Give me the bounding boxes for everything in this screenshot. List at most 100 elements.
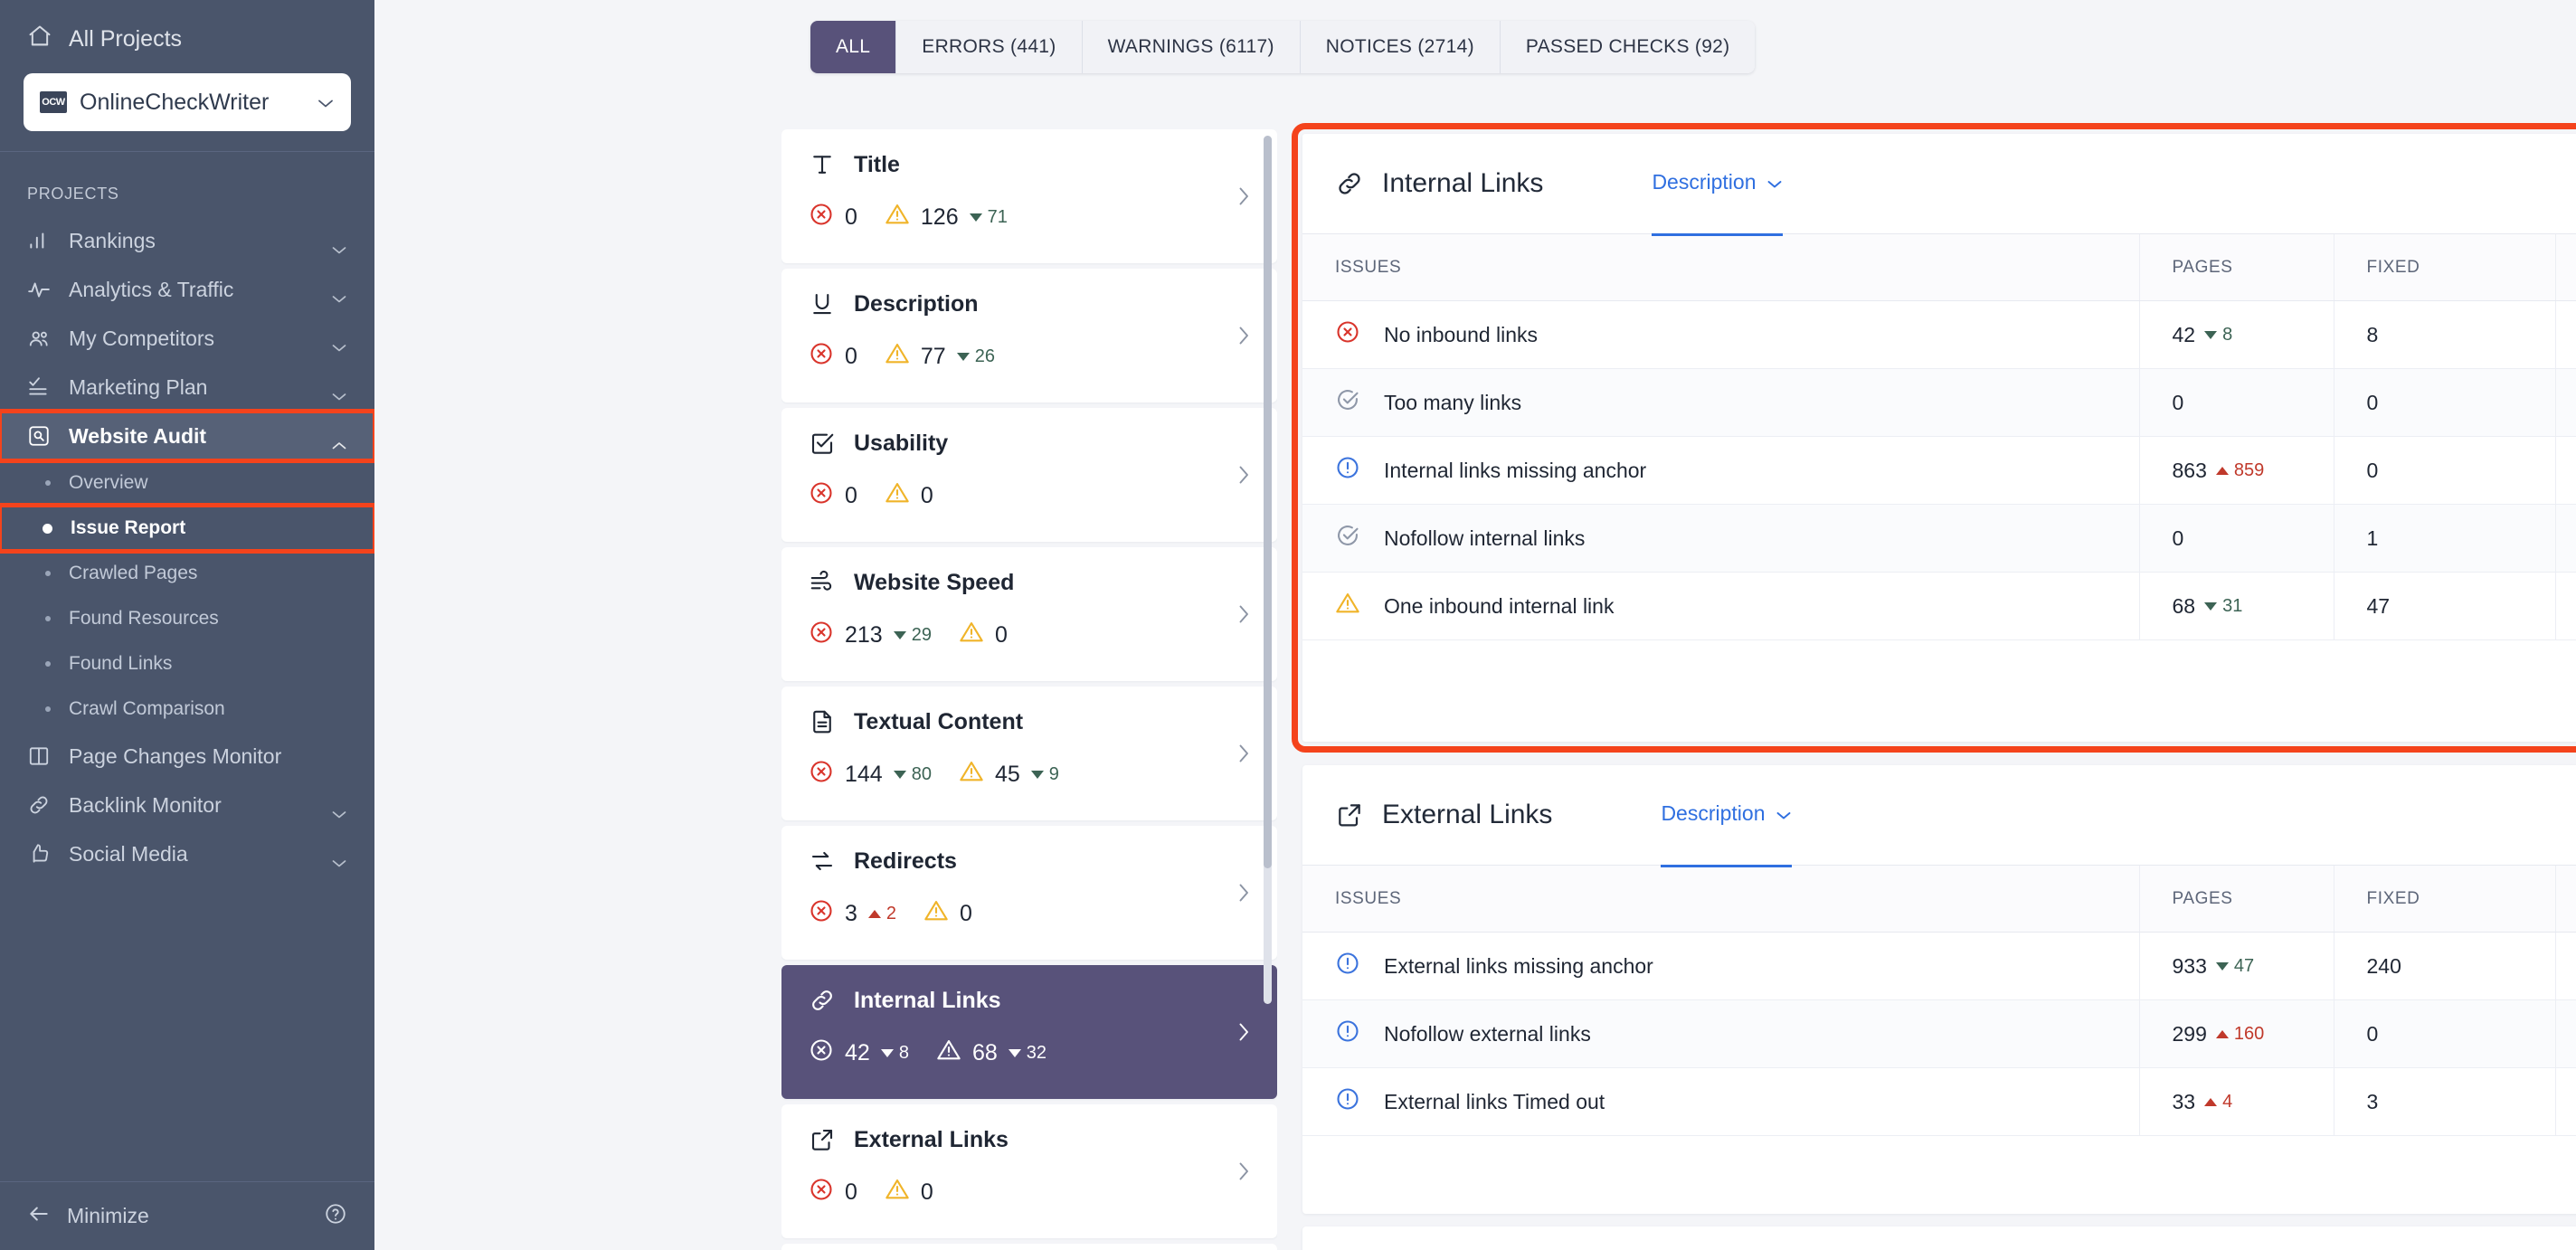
card-warning-stat: 68 32 (936, 1037, 1046, 1069)
tab-warnings[interactable]: WARNINGS (6117) (1082, 21, 1301, 73)
col-header-new[interactable]: NEW (2554, 865, 2576, 933)
sidebar-item-social-media[interactable]: Social Media (0, 829, 374, 878)
sidebar-item-backlink-monitor[interactable]: Backlink Monitor (0, 781, 374, 829)
link-icon (27, 793, 51, 817)
bullet-icon (45, 661, 51, 667)
new-cell: 193 (2554, 932, 2576, 1000)
chevron-right-icon[interactable] (1237, 882, 1250, 904)
category-card-redirects[interactable]: Redirects 3 2 0 (781, 826, 1277, 960)
category-card-textual-content[interactable]: Textual Content 144 80 45 9 (781, 687, 1277, 820)
card-list-scrollbar[interactable] (1264, 136, 1272, 1004)
description-toggle[interactable]: Description (1652, 169, 1784, 236)
category-card-external-links[interactable]: External Links 0 0 (781, 1104, 1277, 1238)
sidebar-subitem-crawl-comparison[interactable]: Crawl Comparison (0, 687, 374, 732)
chevron-right-icon[interactable] (1237, 325, 1250, 346)
error-icon (809, 202, 834, 233)
sidebar-subitem-crawled-pages[interactable]: Crawled Pages (0, 551, 374, 596)
col-header-new[interactable]: NEW (2554, 233, 2576, 301)
col-header-pages[interactable]: PAGES (2138, 865, 2334, 933)
tab-errors[interactable]: ERRORS (441) (896, 21, 1083, 73)
all-projects-link[interactable]: All Projects (24, 16, 351, 70)
tab-notices[interactable]: NOTICES (2714) (1300, 21, 1501, 73)
sidebar-item-label: Website Audit (69, 423, 207, 448)
sidebar-subitem-issue-report[interactable]: Issue Report (0, 503, 374, 554)
link-icon (809, 987, 836, 1014)
project-selector[interactable]: OCW OnlineCheckWriter (24, 73, 351, 131)
chevron-down-icon (331, 334, 347, 351)
card-header: Textual Content (809, 708, 1250, 735)
issue-name: No inbound links (1384, 322, 1539, 346)
table-row[interactable]: No inbound links42880Reset (1302, 300, 2576, 369)
tab-passed-checks[interactable]: PASSED CHECKS (92) (1500, 21, 1756, 73)
category-card-internal-links[interactable]: Internal Links 42 8 68 32 (781, 965, 1277, 1099)
col-header-fixed[interactable]: FIXED (2333, 865, 2555, 933)
card-error-count: 213 (845, 622, 883, 648)
sidebar-item-label: Analytics & Traffic (69, 277, 234, 301)
warning-icon (959, 759, 984, 791)
warning-icon (936, 1037, 961, 1069)
chevron-right-icon[interactable] (1237, 743, 1250, 764)
pages-cell: 933 47 (2138, 932, 2334, 1000)
warning-icon (1335, 591, 1360, 621)
sidebar-item-marketing-plan[interactable]: Marketing Plan (0, 363, 374, 412)
sidebar-item-page-changes-monitor[interactable]: Page Changes Monitor (0, 732, 374, 781)
sidebar-subitem-found-links[interactable]: Found Links (0, 641, 374, 687)
arrow-left-icon (27, 1202, 51, 1231)
col-header-issues[interactable]: ISSUES (1302, 233, 2139, 301)
arrow-down-icon (2215, 961, 2229, 971)
new-cell: 160 (2554, 999, 2576, 1068)
chevron-right-icon[interactable] (1237, 185, 1250, 207)
wind-icon (809, 569, 836, 596)
card-stats: 0 126 71 (809, 202, 1250, 233)
sidebar-subitem-overview[interactable]: Overview (0, 460, 374, 506)
card-error-count: 0 (845, 204, 857, 230)
table-row[interactable]: Nofollow external links2991600160Reset (1302, 999, 2576, 1068)
category-card-usability[interactable]: Usability 0 0 (781, 408, 1277, 542)
minimize-button[interactable]: Minimize (0, 1181, 374, 1250)
col-header-issues[interactable]: ISSUES (1302, 865, 2139, 933)
sidebar-item-website-audit[interactable]: Website Audit (0, 409, 374, 463)
pages-value: 33 (2172, 1089, 2196, 1113)
pages-cell: 68 31 (2138, 572, 2334, 640)
chevron-down-icon (1766, 170, 1783, 194)
col-header-pages[interactable]: PAGES (2138, 233, 2334, 301)
table-row[interactable]: Nofollow internal links010 (1302, 504, 2576, 573)
chevron-right-icon[interactable] (1237, 464, 1250, 486)
table-row[interactable]: One inbound internal link68314716Reset (1302, 572, 2576, 640)
redirect-icon (809, 848, 836, 875)
card-title: Internal Links (854, 987, 1001, 1013)
card-header: Usability (809, 430, 1250, 457)
description-toggle[interactable]: Description (1661, 801, 1793, 867)
error-icon (1335, 319, 1360, 350)
category-card-description[interactable]: Description 0 77 26 (781, 269, 1277, 402)
bullet-icon (43, 523, 52, 534)
table-row[interactable]: Too many links000 (1302, 368, 2576, 437)
chevron-right-icon[interactable] (1237, 1021, 1250, 1043)
chevron-up-icon (331, 431, 347, 449)
description-label: Description (1652, 169, 1757, 194)
description-underline (1661, 864, 1793, 867)
category-card-localization[interactable]: Localization (781, 1244, 1277, 1250)
help-icon[interactable] (324, 1202, 347, 1231)
table-row[interactable]: External links missing anchor 933 47 240193… (1302, 932, 2576, 1000)
arrow-down-icon (2204, 601, 2218, 611)
sidebar: All Projects OCW OnlineCheckWriter PROJE… (0, 0, 374, 1250)
category-card-title[interactable]: Title 0 126 71 (781, 129, 1277, 263)
pages-value: 0 (2172, 526, 2184, 550)
scrollbar-thumb[interactable] (1264, 136, 1272, 868)
card-error-stat: 0 (809, 341, 857, 373)
tab-all[interactable]: ALL (810, 21, 897, 73)
issue-name: External links Timed out (1384, 1089, 1605, 1113)
chevron-right-icon[interactable] (1237, 1160, 1250, 1182)
sidebar-item-rankings[interactable]: Rankings (0, 216, 374, 265)
minimize-label: Minimize (67, 1204, 149, 1227)
sidebar-item-my-competitors[interactable]: My Competitors (0, 314, 374, 363)
table-row[interactable]: External links Timed out33437Reset (1302, 1067, 2576, 1136)
col-header-fixed[interactable]: FIXED (2333, 233, 2555, 301)
sidebar-item-analytics-traffic[interactable]: Analytics & Traffic (0, 265, 374, 314)
sidebar-subitem-found-resources[interactable]: Found Resources (0, 596, 374, 641)
all-projects-label: All Projects (69, 26, 183, 52)
category-card-website-speed[interactable]: Website Speed 213 29 0 (781, 547, 1277, 681)
chevron-right-icon[interactable] (1237, 603, 1250, 625)
table-row[interactable]: Internal links missing anchor8638590859R… (1302, 436, 2576, 505)
